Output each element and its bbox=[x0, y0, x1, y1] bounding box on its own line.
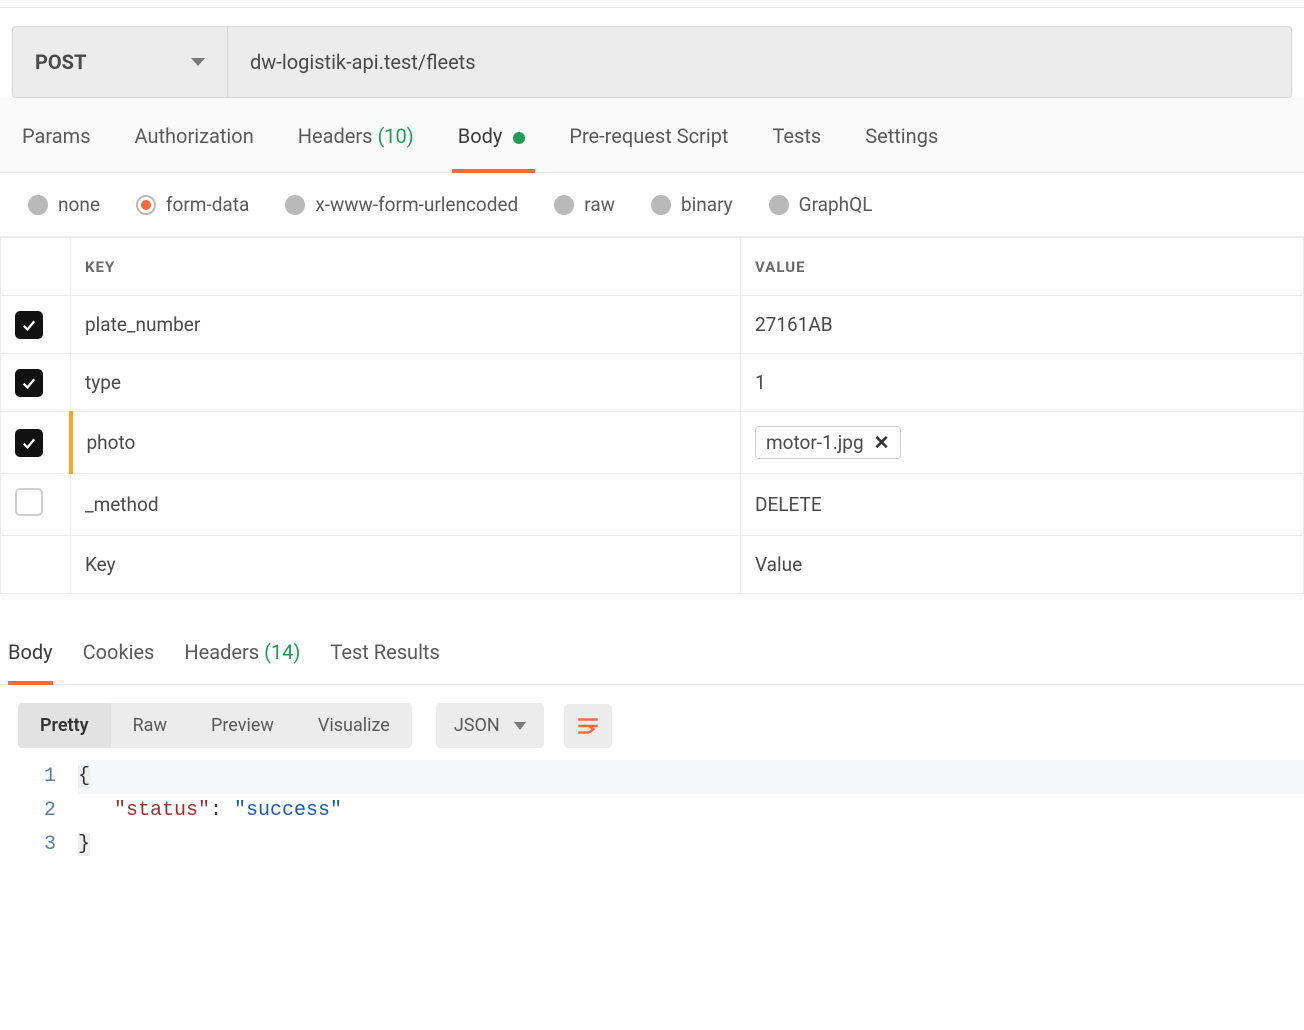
format-label: JSON bbox=[454, 715, 500, 736]
value-cell[interactable]: DELETE bbox=[741, 474, 1304, 536]
value-cell[interactable]: motor-1.jpg ✕ bbox=[741, 412, 1304, 474]
radio-label: binary bbox=[681, 193, 733, 216]
format-select[interactable]: JSON bbox=[436, 703, 544, 748]
wrap-icon bbox=[575, 713, 601, 739]
active-dot-icon bbox=[513, 132, 525, 144]
tab-headers-label: Headers bbox=[298, 124, 373, 148]
radio-icon bbox=[285, 195, 305, 215]
radio-label: x-www-form-urlencoded bbox=[315, 193, 518, 216]
radio-icon bbox=[651, 195, 671, 215]
value-input[interactable]: Value bbox=[741, 536, 1304, 594]
resp-tab-headers-count: (14) bbox=[264, 640, 300, 664]
row-checkbox[interactable] bbox=[15, 488, 43, 516]
tab-headers-count: (10) bbox=[377, 124, 413, 148]
tab-authorization[interactable]: Authorization bbox=[135, 124, 254, 156]
table-row-new: KeyValue bbox=[1, 536, 1304, 594]
url-text: dw-logistik-api.test/fleets bbox=[250, 50, 476, 74]
tab-prerequest[interactable]: Pre-request Script bbox=[569, 124, 728, 156]
table-row: type1 bbox=[1, 354, 1304, 412]
response-body-viewer[interactable]: 1 2 3 { "status": "success" } bbox=[0, 756, 1304, 902]
file-chip[interactable]: motor-1.jpg ✕ bbox=[755, 426, 901, 459]
code-string: "success" bbox=[234, 799, 342, 822]
radio-form-data[interactable]: form-data bbox=[136, 193, 249, 216]
table-row: photo motor-1.jpg ✕ bbox=[1, 412, 1304, 474]
response-toolbar: Pretty Raw Preview Visualize JSON bbox=[0, 685, 1304, 756]
close-icon[interactable]: ✕ bbox=[874, 431, 890, 454]
value-cell[interactable]: 27161AB bbox=[741, 296, 1304, 354]
tab-body-label: Body bbox=[458, 124, 503, 148]
response-tabs: Body Cookies Headers (14) Test Results bbox=[0, 614, 1304, 685]
line-gutter: 1 2 3 bbox=[0, 760, 70, 862]
http-method-select[interactable]: POST bbox=[13, 27, 228, 97]
table-row: _methodDELETE bbox=[1, 474, 1304, 536]
view-preview[interactable]: Preview bbox=[189, 703, 296, 748]
radio-label: raw bbox=[584, 193, 615, 216]
key-cell[interactable]: plate_number bbox=[71, 296, 741, 354]
view-pretty[interactable]: Pretty bbox=[18, 703, 111, 748]
radio-icon bbox=[28, 195, 48, 215]
row-checkbox[interactable] bbox=[15, 311, 43, 339]
resp-tab-test-results[interactable]: Test Results bbox=[330, 640, 439, 672]
code-lines: { "status": "success" } bbox=[70, 760, 1304, 862]
radio-icon bbox=[136, 195, 156, 215]
resp-tab-headers-label: Headers bbox=[184, 640, 259, 664]
url-input[interactable]: dw-logistik-api.test/fleets bbox=[228, 27, 1291, 97]
check-icon bbox=[20, 316, 38, 334]
check-icon bbox=[20, 434, 38, 452]
key-cell[interactable]: type bbox=[71, 354, 741, 412]
file-name: motor-1.jpg bbox=[766, 431, 864, 454]
code-brace: } bbox=[78, 833, 90, 856]
tab-params[interactable]: Params bbox=[22, 124, 91, 156]
key-cell[interactable]: _method bbox=[71, 474, 741, 536]
view-mode-group: Pretty Raw Preview Visualize bbox=[18, 703, 412, 748]
form-data-table: KEY VALUE plate_number27161ABtype1photom… bbox=[0, 237, 1304, 594]
radio-icon bbox=[554, 195, 574, 215]
view-raw[interactable]: Raw bbox=[111, 703, 189, 748]
tab-body[interactable]: Body bbox=[458, 124, 526, 156]
col-checkbox bbox=[1, 238, 71, 296]
radio-label: form-data bbox=[166, 193, 249, 216]
http-method-label: POST bbox=[35, 50, 86, 74]
row-checkbox[interactable] bbox=[15, 369, 43, 397]
view-visualize[interactable]: Visualize bbox=[296, 703, 412, 748]
body-type-radios: none form-data x-www-form-urlencoded raw… bbox=[0, 173, 1304, 237]
request-bar: POST dw-logistik-api.test/fleets bbox=[12, 26, 1292, 98]
check-icon bbox=[20, 374, 38, 392]
radio-graphql[interactable]: GraphQL bbox=[769, 193, 873, 216]
radio-raw[interactable]: raw bbox=[554, 193, 615, 216]
radio-xwww[interactable]: x-www-form-urlencoded bbox=[285, 193, 518, 216]
tab-settings[interactable]: Settings bbox=[865, 124, 938, 156]
radio-label: none bbox=[58, 193, 100, 216]
col-key: KEY bbox=[71, 238, 741, 296]
radio-binary[interactable]: binary bbox=[651, 193, 733, 216]
code-key: "status" bbox=[114, 799, 210, 822]
radio-icon bbox=[769, 195, 789, 215]
col-value: VALUE bbox=[741, 238, 1304, 296]
radio-none[interactable]: none bbox=[28, 193, 100, 216]
wrap-lines-button[interactable] bbox=[564, 704, 612, 748]
value-cell[interactable]: 1 bbox=[741, 354, 1304, 412]
resp-tab-headers[interactable]: Headers (14) bbox=[184, 640, 300, 672]
key-cell[interactable]: photo bbox=[71, 412, 741, 474]
resp-tab-body[interactable]: Body bbox=[8, 640, 53, 672]
resp-tab-cookies[interactable]: Cookies bbox=[83, 640, 155, 672]
key-input[interactable]: Key bbox=[71, 536, 741, 594]
tab-headers[interactable]: Headers (10) bbox=[298, 124, 414, 156]
code-punc: : bbox=[210, 799, 234, 822]
radio-label: GraphQL bbox=[799, 193, 873, 216]
tab-tests[interactable]: Tests bbox=[772, 124, 821, 156]
code-brace: { bbox=[78, 765, 90, 788]
chevron-down-icon bbox=[191, 58, 205, 66]
request-tabs: Params Authorization Headers (10) Body P… bbox=[0, 98, 1304, 173]
chevron-down-icon bbox=[514, 722, 526, 730]
table-row: plate_number27161AB bbox=[1, 296, 1304, 354]
row-checkbox[interactable] bbox=[15, 429, 43, 457]
